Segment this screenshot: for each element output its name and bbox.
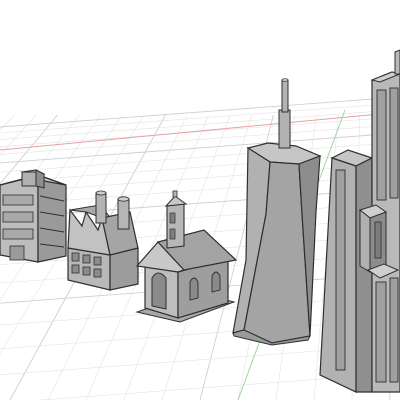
grid-line [0, 116, 400, 147]
3d-viewport[interactable] [0, 0, 400, 400]
scene-canvas[interactable] [0, 0, 400, 400]
chapel-model[interactable] [135, 190, 238, 323]
office-building-model[interactable] [0, 169, 67, 263]
factory-model[interactable] [67, 190, 139, 291]
skyscraper-model[interactable] [319, 49, 400, 393]
